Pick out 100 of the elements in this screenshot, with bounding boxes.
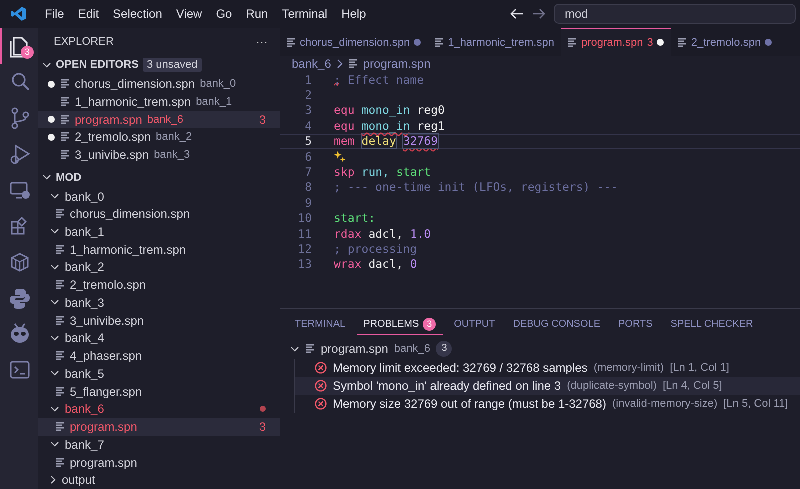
file-lines-icon: [61, 79, 70, 90]
open-editor-item[interactable]: 1_harmonic_trem.spn bank_1: [38, 93, 280, 111]
chevron-down-icon[interactable]: [51, 300, 59, 306]
extensions-icon[interactable]: [11, 216, 28, 235]
folder-item[interactable]: bank_1: [38, 223, 280, 241]
menu-item[interactable]: Terminal: [275, 7, 335, 21]
code-token: start:: [334, 211, 376, 226]
file-lines-icon: [435, 38, 444, 48]
chevron-right-icon[interactable]: [51, 476, 56, 484]
open-editor-item[interactable]: 2_tremolo.spn bank_2: [38, 128, 280, 146]
files-icon[interactable]: [10, 37, 28, 58]
crate-icon[interactable]: [11, 253, 29, 272]
panel-tab[interactable]: OUTPUT: [447, 314, 502, 334]
tree-item[interactable]: 3_univibe.spn: [38, 312, 280, 330]
code-token: ; Effect name: [334, 72, 424, 87]
tree-item[interactable]: 5_flanger.spn: [38, 382, 280, 400]
open-editor-item[interactable]: program.spn bank_6 3: [38, 110, 280, 128]
line-number: 6: [304, 150, 313, 164]
problem-item[interactable]: Symbol 'mono_in' already defined on line 3 (duplicate-symbol) [Ln 4, Col 5]: [294, 377, 800, 395]
folder-item[interactable]: bank_3: [38, 294, 280, 312]
chevron-down-icon[interactable]: [51, 229, 59, 234]
problem-file[interactable]: program.spn: [321, 342, 388, 356]
breadcrumb-item[interactable]: program.spn: [363, 57, 431, 71]
menu-item[interactable]: Edit: [71, 7, 106, 21]
tree-item[interactable]: 2_tremolo.spn: [38, 276, 280, 294]
code-token: ; --- one-time init (LFOs, registers) ---: [334, 180, 618, 194]
editor-tab[interactable]: 2_tremolo.spn: [671, 28, 780, 56]
tree-item[interactable]: chorus_dimension.spn: [38, 205, 280, 224]
chevron-right-icon: [336, 59, 344, 69]
section-title[interactable]: MOD: [56, 172, 82, 184]
folder-item[interactable]: bank_0: [38, 188, 280, 206]
file-lines-icon: [61, 96, 70, 107]
chevron-down-icon[interactable]: [51, 371, 59, 376]
more-actions[interactable]: ···: [256, 34, 268, 49]
menu-item[interactable]: File: [38, 7, 72, 21]
section-title[interactable]: OPEN EDITORS: [56, 59, 139, 72]
code-token: equ: [334, 103, 355, 118]
search-icon[interactable]: [12, 73, 30, 91]
breadcrumb-item[interactable]: bank_6: [292, 57, 332, 71]
code-token: dacl,: [368, 257, 404, 272]
remote-explorer-icon[interactable]: [10, 182, 30, 199]
menu-item[interactable]: View: [169, 7, 210, 21]
terminal-icon[interactable]: [10, 361, 30, 379]
tree-item[interactable]: 4_phaser.spn: [38, 347, 280, 365]
menu-item[interactable]: Run: [239, 7, 276, 21]
code-token: adcl,: [368, 226, 404, 241]
chevron-down-icon[interactable]: [51, 336, 59, 341]
run-debug-icon[interactable]: [10, 144, 30, 164]
file-lines-icon: [56, 209, 65, 220]
file-lines-icon: [56, 244, 65, 255]
menu-item[interactable]: Go: [209, 7, 240, 21]
back-arrow-icon[interactable]: [510, 8, 524, 20]
folder-item[interactable]: output: [38, 471, 280, 489]
file-lines-icon: [306, 344, 315, 354]
chevron-down-icon[interactable]: [51, 264, 59, 270]
line-number: 10: [297, 211, 313, 226]
chevron-down-icon[interactable]: [51, 406, 59, 412]
chevron-down-icon[interactable]: [51, 442, 59, 448]
code-token: rdax: [334, 226, 362, 241]
chevron-down-icon[interactable]: [43, 175, 51, 180]
line-number: 9: [304, 196, 313, 210]
count-badge: 3: [423, 318, 436, 330]
chevron-down-icon[interactable]: [291, 346, 299, 352]
editor-tab[interactable]: chorus_dimension.spn: [280, 28, 428, 56]
folder-item[interactable]: bank_7: [38, 436, 280, 454]
code-token: 32769: [403, 134, 438, 148]
search-field[interactable]: mod: [554, 4, 796, 24]
code-token: wrax: [334, 257, 362, 272]
panel-tab[interactable]: DEBUG CONSOLE: [506, 314, 608, 334]
source-control-icon[interactable]: [12, 108, 30, 130]
forward-arrow-icon[interactable]: [532, 8, 546, 20]
tree-item[interactable]: program.spn: [38, 454, 280, 472]
editor-tab[interactable]: program.spn 3: [561, 28, 672, 56]
panel-tab[interactable]: PROBLEMS 3: [356, 314, 444, 334]
file-lines-icon: [568, 38, 578, 48]
line-number: 2: [304, 88, 313, 102]
sparkle-icon[interactable]: [334, 150, 346, 163]
open-editor-item[interactable]: 3_univibe.spn bank_3: [38, 146, 280, 164]
problem-item[interactable]: Memory size 32769 out of range (must be 1-32768) (invalid-memory-size) [Ln 5, Col 11]: [294, 395, 800, 413]
chevron-down-icon[interactable]: [43, 62, 51, 68]
panel-tab[interactable]: TERMINAL: [288, 314, 353, 334]
menu-item[interactable]: Help: [334, 7, 374, 21]
panel-tab[interactable]: SPELL CHECKER: [664, 314, 760, 334]
tree-item[interactable]: program.spn 3: [38, 418, 280, 436]
python-icon[interactable]: [10, 289, 30, 309]
editor-tab[interactable]: 1_harmonic_trem.spn: [428, 28, 562, 56]
tree-item[interactable]: 1_harmonic_trem.spn: [38, 240, 280, 259]
open-editor-item[interactable]: chorus_dimension.spn bank_0: [38, 75, 280, 94]
line-number: 5: [304, 134, 313, 148]
folder-item[interactable]: bank_2: [38, 258, 280, 276]
chevron-down-icon[interactable]: [51, 194, 59, 200]
menu-item[interactable]: Selection: [106, 7, 170, 21]
panel-tab[interactable]: PORTS: [612, 314, 660, 334]
folder-item[interactable]: bank_6: [38, 400, 280, 418]
alien-icon[interactable]: [11, 323, 29, 343]
folder-item[interactable]: bank_4: [38, 330, 280, 348]
unsaved-badge: 3 unsaved: [142, 58, 202, 72]
code-token: delay: [362, 134, 396, 148]
folder-label: bank_6: [394, 343, 430, 355]
folder-item[interactable]: bank_5: [38, 365, 280, 383]
